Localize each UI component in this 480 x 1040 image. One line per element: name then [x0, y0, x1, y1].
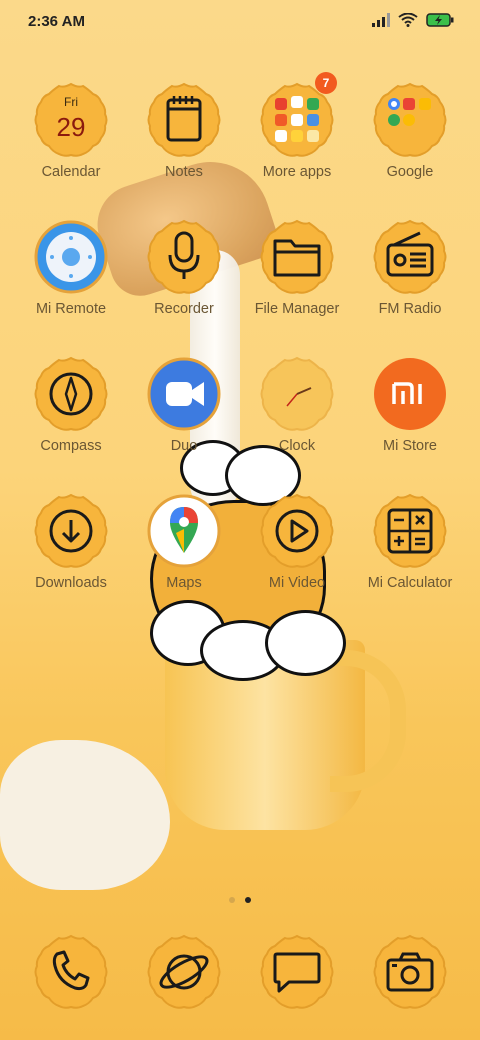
wallpaper-mug-handle — [330, 650, 406, 792]
app-recorder[interactable]: Recorder — [128, 219, 240, 317]
camera-icon — [373, 934, 447, 1009]
calendar-date: 29 — [57, 112, 86, 142]
app-mi-calculator[interactable]: Mi Calculator — [354, 493, 466, 591]
dock-browser[interactable] — [128, 934, 240, 1010]
app-label: Mi Store — [383, 438, 437, 454]
app-label: Mi Remote — [35, 301, 107, 317]
radio-icon — [373, 219, 447, 294]
status-bar: 2:36 AM — [0, 0, 480, 44]
app-label: Mi Calculator — [367, 575, 453, 591]
app-label: Maps — [166, 575, 202, 591]
system-icons — [372, 13, 454, 27]
app-label: Recorder — [154, 301, 214, 317]
calculator-icon — [373, 493, 447, 568]
messages-icon — [260, 934, 334, 1009]
app-fm-radio[interactable]: FM Radio — [354, 219, 466, 317]
app-label: Duo — [170, 438, 198, 454]
wifi-icon — [398, 13, 418, 27]
phone-icon — [34, 934, 108, 1009]
app-label: Downloads — [35, 575, 107, 591]
app-downloads[interactable]: Downloads — [15, 493, 127, 591]
app-file-manager[interactable]: File Manager — [241, 219, 353, 317]
folder-google-icon — [373, 82, 447, 157]
calendar-day: Fri — [64, 95, 78, 109]
duo-video-icon — [147, 357, 221, 431]
app-label: Compass — [40, 438, 102, 454]
app-label: Calendar — [41, 164, 101, 180]
app-mi-store[interactable]: Mi Store — [354, 356, 466, 454]
compass-icon — [34, 356, 108, 431]
app-calendar[interactable]: Fri 29 Calendar — [15, 82, 127, 180]
app-label: Mi Video — [268, 575, 326, 591]
dock-phone[interactable] — [15, 934, 127, 1010]
page-indicator[interactable] — [0, 897, 480, 903]
app-mi-remote[interactable]: Mi Remote — [15, 219, 127, 317]
signal-icon — [372, 13, 390, 27]
dock-messages[interactable] — [241, 934, 353, 1010]
app-label: Clock — [278, 438, 316, 454]
app-label: Notes — [165, 164, 203, 180]
app-mi-video[interactable]: Mi Video — [241, 493, 353, 591]
folder-more-apps[interactable]: 7 More apps — [241, 72, 353, 180]
browser-planet-icon — [147, 934, 221, 1009]
microphone-icon — [147, 219, 221, 294]
app-notes[interactable]: Notes — [128, 82, 240, 180]
app-label: FM Radio — [378, 301, 442, 317]
status-time: 2:36 AM — [28, 13, 85, 30]
notification-badge: 7 — [315, 72, 337, 94]
calendar-icon: Fri 29 — [34, 82, 108, 157]
notes-icon — [147, 82, 221, 157]
mi-store-icon — [374, 358, 446, 430]
wallpaper-milk-puddle — [0, 740, 170, 890]
app-duo[interactable]: Duo — [128, 356, 240, 454]
dock-camera[interactable] — [354, 934, 466, 1010]
app-label: Google — [386, 164, 434, 180]
folder-google[interactable]: Google — [354, 82, 466, 180]
download-icon — [34, 493, 108, 568]
page-dot-active[interactable] — [245, 897, 251, 903]
folder-icon — [260, 219, 334, 294]
clock-icon — [260, 356, 334, 431]
app-label: File Manager — [254, 301, 340, 317]
app-clock[interactable]: Clock — [241, 356, 353, 454]
page-dot[interactable] — [229, 897, 235, 903]
mi-remote-icon — [34, 220, 108, 294]
play-icon — [260, 493, 334, 568]
app-maps[interactable]: Maps — [128, 493, 240, 591]
maps-pin-icon — [147, 494, 221, 568]
app-compass[interactable]: Compass — [15, 356, 127, 454]
wallpaper-foam — [265, 610, 346, 676]
battery-charging-icon — [426, 13, 454, 27]
app-label: More apps — [262, 164, 332, 180]
